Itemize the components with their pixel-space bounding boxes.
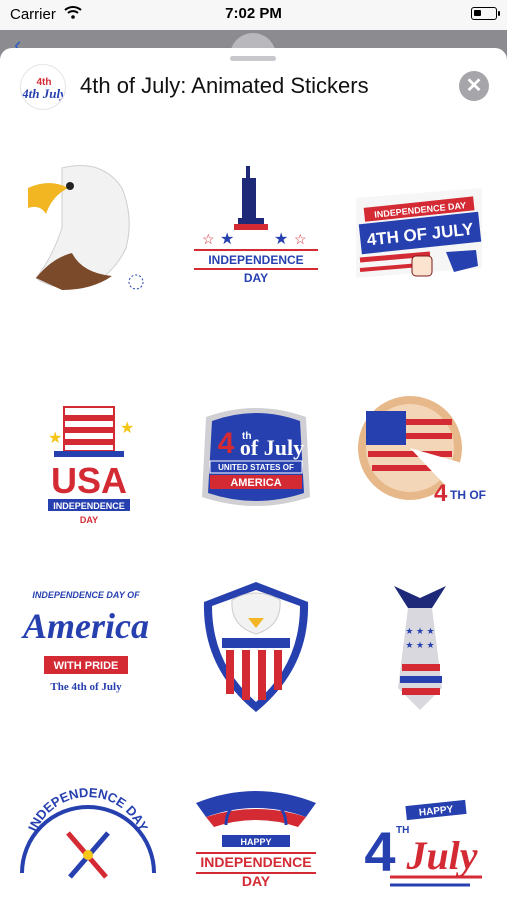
sticker-text: 4 — [218, 427, 235, 460]
sticker-4th-of-july-badge[interactable]: 4 th of July UNITED STATES OF AMERICA — [186, 393, 326, 533]
sticker-4th-of-july-fist[interactable]: INDEPENDENCE DAY 4TH OF JULY — [350, 158, 490, 298]
sticker-happy-4th-july[interactable]: HAPPY 4 TH July — [350, 773, 490, 900]
sticker-text: DAY — [242, 873, 271, 889]
svg-text:★ ★ ★: ★ ★ ★ — [405, 626, 434, 636]
sticker-text: America — [21, 606, 149, 646]
sticker-independence-day-arch[interactable]: INDEPENDENCE DAY — [18, 773, 158, 900]
sticker-text: AMERICA — [230, 477, 281, 489]
app-title: 4th of July: Animated Stickers — [80, 73, 369, 98]
app-icon-label: 4th July — [21, 86, 66, 101]
sticker-text: INDEPENDENCE — [53, 501, 125, 511]
sticker-text: UNITED STATES OF — [218, 463, 294, 472]
close-icon: ✕ — [465, 75, 483, 97]
svg-text:★: ★ — [274, 231, 288, 248]
sheet-grabber[interactable] — [230, 56, 276, 61]
sticker-text: DAY — [244, 271, 268, 285]
sticker-text: HAPPY — [240, 837, 271, 847]
sticker-america-with-pride[interactable]: INDEPENDENCE DAY OF America WITH PRIDE T… — [16, 578, 156, 718]
close-button[interactable]: ✕ — [459, 71, 489, 101]
sticker-text: The 4th of July — [50, 681, 122, 693]
sticker-text: HAPPY — [418, 804, 454, 819]
sticker-text: of July — [240, 435, 304, 460]
sticker-text: TH OF — [450, 488, 486, 502]
sticker-text: DAY — [80, 515, 98, 525]
battery-icon — [471, 7, 500, 20]
svg-text:☆: ☆ — [294, 231, 307, 247]
clock: 7:02 PM — [225, 5, 282, 22]
sticker-eagle-shield[interactable] — [186, 578, 326, 718]
svg-text:★: ★ — [220, 231, 234, 248]
sticker-liberty-independence-day[interactable]: ☆ ★ ★ ☆ INDEPENDENCE DAY — [186, 158, 326, 298]
sticker-text: 4 — [364, 820, 395, 883]
sticker-eagle[interactable] — [22, 158, 162, 298]
sticker-text: WITH PRIDE — [54, 660, 119, 672]
sticker-text: July — [405, 833, 477, 878]
app-icon: 4th 4th July — [20, 64, 66, 110]
sticker-text: INDEPENDENCE DAY OF — [32, 590, 140, 600]
svg-text:★: ★ — [48, 430, 62, 447]
sticker-flag-tie[interactable]: ★ ★ ★ ★ ★ ★ — [350, 578, 490, 718]
sticker-usa-hat[interactable]: ★ ★ USA INDEPENDENCE DAY — [22, 393, 162, 533]
sticker-text: 4 — [434, 480, 448, 507]
sticker-happy-independence-day[interactable]: HAPPY INDEPENDENCE DAY — [186, 773, 326, 900]
status-bar: Carrier 7:02 PM — [0, 0, 507, 30]
sticker-sheet: 4th 4th July 4th of July: Animated Stick… — [0, 48, 507, 900]
svg-text:☆: ☆ — [202, 231, 215, 247]
sticker-text: INDEPENDENCE — [208, 253, 303, 267]
sticker-text: USA — [51, 460, 127, 501]
sticker-flag-pie[interactable]: 4 TH OF — [350, 393, 490, 533]
svg-text:★: ★ — [120, 420, 134, 437]
svg-text:★ ★ ★: ★ ★ ★ — [405, 640, 434, 650]
sticker-text: INDEPENDENCE — [200, 854, 311, 870]
